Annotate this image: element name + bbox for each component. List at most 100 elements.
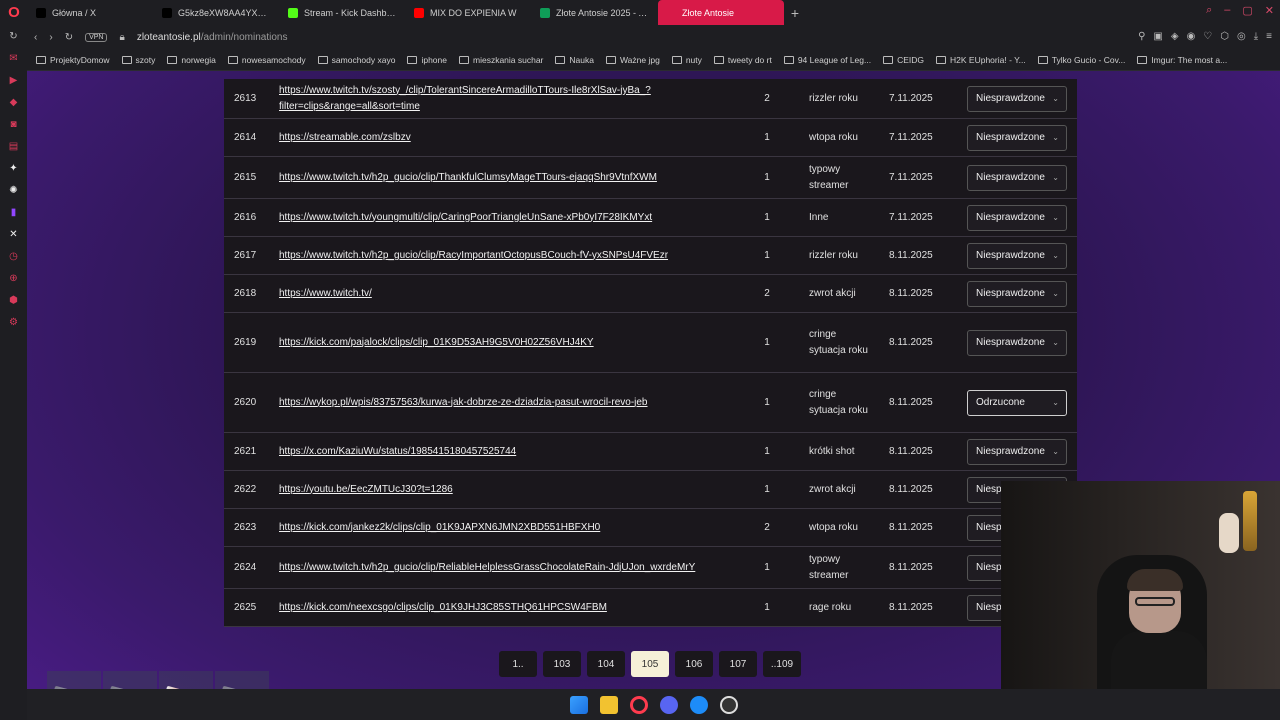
downloads-sidebar-icon[interactable]: ⊕	[8, 273, 20, 285]
kick-sidebar-icon[interactable]: ✦	[8, 163, 20, 175]
status-select[interactable]: Niesprawdzone ⌄	[967, 242, 1067, 269]
snapshot-icon[interactable]: ▣	[1153, 31, 1162, 42]
reload-icon[interactable]: ↻	[65, 32, 73, 43]
page-button[interactable]: 1..	[499, 651, 537, 677]
streamer-hair	[1127, 569, 1183, 591]
page-button[interactable]: 107	[719, 651, 757, 677]
nomination-link[interactable]: https://youtu.be/EecZMTUcJ30?t=1286	[279, 484, 453, 495]
twitch-sidebar-icon[interactable]: ▤	[8, 141, 20, 153]
opera-logo-icon[interactable]: O	[0, 0, 28, 25]
minimize-icon[interactable]: –	[1224, 4, 1230, 17]
page-button[interactable]: 104	[587, 651, 625, 677]
status-select[interactable]: Niesprawdzone ⌄	[967, 85, 1067, 112]
player-icon[interactable]: ▶	[8, 75, 20, 87]
menu-icon[interactable]: ≡	[1266, 31, 1272, 42]
nomination-link[interactable]: https://kick.com/pajalock/clips/clip_01K…	[279, 337, 594, 348]
bookmark-item[interactable]: iphone	[407, 55, 447, 65]
nomination-link[interactable]: https://x.com/KaziuWu/status/19854151804…	[279, 446, 516, 457]
tab-1[interactable]: G5kz8eXW8AA4YXS (20	[154, 0, 280, 25]
bookmark-item[interactable]: H2K EUphoria! - Y...	[936, 55, 1026, 65]
tab-title: G5kz8eXW8AA4YXS (20	[178, 7, 272, 18]
nomination-link[interactable]: https://www.twitch.tv/h2p_gucio/clip/Tha…	[279, 172, 657, 183]
nomination-link-cont[interactable]: filter=clips&range=all&sort=time	[279, 101, 420, 112]
bookmark-item[interactable]: Nauka	[555, 55, 594, 65]
status-select[interactable]: Niesprawdzone ⌄	[967, 280, 1067, 307]
bookmark-item[interactable]: nuty	[671, 55, 702, 65]
heart-icon[interactable]: ♡	[1203, 31, 1212, 42]
status-select[interactable]: Odrzucone ⌄	[967, 389, 1067, 416]
streamer-glasses	[1135, 597, 1175, 606]
messenger-icon[interactable]: ✉	[8, 53, 20, 65]
nomination-link[interactable]: https://streamable.com/zslbzv	[279, 132, 411, 143]
nomination-link[interactable]: https://kick.com/neexcsgo/clips/clip_01K…	[279, 602, 607, 613]
instagram-icon[interactable]: ◙	[8, 119, 20, 131]
discord-icon[interactable]	[659, 695, 678, 714]
x-sidebar-icon[interactable]: ✕	[8, 229, 20, 241]
reload-sidebar-icon[interactable]: ↻	[8, 31, 20, 43]
tab-0[interactable]: Główna / X	[28, 0, 154, 25]
tab-2[interactable]: Stream - Kick Dashboard	[280, 0, 406, 25]
tab-4[interactable]: Złote Antosie 2025 - Arki	[532, 0, 658, 25]
close-icon[interactable]: ✕	[1265, 4, 1274, 17]
tab-3[interactable]: MIX DO EXPIENIA W	[406, 0, 532, 25]
vpn-badge[interactable]: VPN	[85, 33, 108, 42]
bookmark-item[interactable]: tweety do rt	[713, 55, 772, 65]
bookmark-item[interactable]: szoty	[121, 55, 155, 65]
obs-icon[interactable]	[719, 695, 738, 714]
bookmark-item[interactable]: nowesamochody	[227, 55, 306, 65]
bookmark-item[interactable]: ProjektyDomow	[36, 55, 110, 65]
forward-icon[interactable]: ›	[49, 32, 52, 43]
settings-icon[interactable]: ⚙	[8, 317, 20, 329]
file-explorer-icon[interactable]	[599, 695, 618, 714]
nomination-link[interactable]: https://www.twitch.tv/h2p_gucio/clip/Rac…	[279, 250, 668, 261]
category: rizzler roku	[809, 92, 858, 104]
extensions-icon[interactable]: ⬡	[1220, 31, 1229, 42]
back-icon[interactable]: ‹	[34, 32, 37, 43]
pin-icon[interactable]: ⚲	[1138, 31, 1145, 42]
download-icon[interactable]: ⤓	[1254, 31, 1258, 42]
status-select[interactable]: Niesprawdzone ⌄	[967, 438, 1067, 465]
camera-icon[interactable]: ◉	[1187, 31, 1196, 42]
page-button[interactable]: 105	[631, 651, 669, 677]
extensions-sidebar-icon[interactable]: ⬢	[8, 295, 20, 307]
folder-icon	[36, 56, 46, 64]
ai-icon[interactable]: ◆	[8, 97, 20, 109]
url-field[interactable]: zloteantosie.pl/admin/nominations	[137, 32, 288, 43]
bookmark-item[interactable]: Ważne jpg	[605, 55, 660, 65]
page-button[interactable]: 103	[543, 651, 581, 677]
bookmark-item[interactable]: norwegia	[167, 55, 216, 65]
nomination-link[interactable]: https://kick.com/jankez2k/clips/clip_01K…	[279, 522, 600, 533]
bookmark-item[interactable]: samochody xayo	[317, 55, 395, 65]
status-select[interactable]: Niesprawdzone ⌄	[967, 329, 1067, 356]
status-select[interactable]: Niesprawdzone ⌄	[967, 204, 1067, 231]
page-button[interactable]: ..109	[763, 651, 801, 677]
windows-start-icon[interactable]	[569, 695, 588, 714]
maximize-icon[interactable]: ▢	[1242, 4, 1252, 17]
bookmark-item[interactable]: 94 League of Leg...	[783, 55, 871, 65]
bookmark-item[interactable]: Imgur: The most a...	[1137, 55, 1227, 65]
table-row: 2623 https://kick.com/jankez2k/clips/clip…	[224, 509, 1077, 547]
shield-icon[interactable]: ◈	[1171, 31, 1179, 42]
new-tab-button[interactable]: +	[784, 5, 806, 21]
nomination-link[interactable]: https://www.twitch.tv/h2p_gucio/clip/Rel…	[279, 562, 695, 573]
bookmark-item[interactable]: CEIDG	[883, 55, 924, 65]
nomination-link[interactable]: https://www.twitch.tv/	[279, 288, 372, 299]
history-icon[interactable]: ◷	[8, 251, 20, 263]
nomination-link[interactable]: https://www.twitch.tv/szosty_/clip/Toler…	[279, 85, 651, 96]
nomination-link[interactable]: https://wykop.pl/wpis/83757563/kurwa-jak…	[279, 397, 648, 408]
chatgpt-icon[interactable]: ✺	[8, 185, 20, 197]
folder-icon	[605, 56, 616, 64]
bookmark-label: nuty	[685, 55, 702, 65]
twitch-icon[interactable]: ▮	[8, 207, 20, 219]
status-select[interactable]: Niesprawdzone ⌄	[967, 124, 1067, 151]
profile-icon[interactable]: ◎	[1237, 31, 1246, 42]
page-button[interactable]: 106	[675, 651, 713, 677]
status-select[interactable]: Niesprawdzone ⌄	[967, 164, 1067, 191]
bookmark-item[interactable]: Tylko Gucio - Cov...	[1037, 55, 1125, 65]
nomination-link[interactable]: https://www.twitch.tv/youngmulti/clip/Ca…	[279, 212, 652, 223]
tab-5[interactable]: Złote Antosie	[658, 0, 784, 25]
messenger-taskbar-icon[interactable]	[689, 695, 708, 714]
bookmark-item[interactable]: mieszkania suchar	[459, 55, 543, 65]
search-icon[interactable]: ⌕	[1206, 4, 1212, 17]
opera-taskbar-icon[interactable]	[629, 695, 648, 714]
